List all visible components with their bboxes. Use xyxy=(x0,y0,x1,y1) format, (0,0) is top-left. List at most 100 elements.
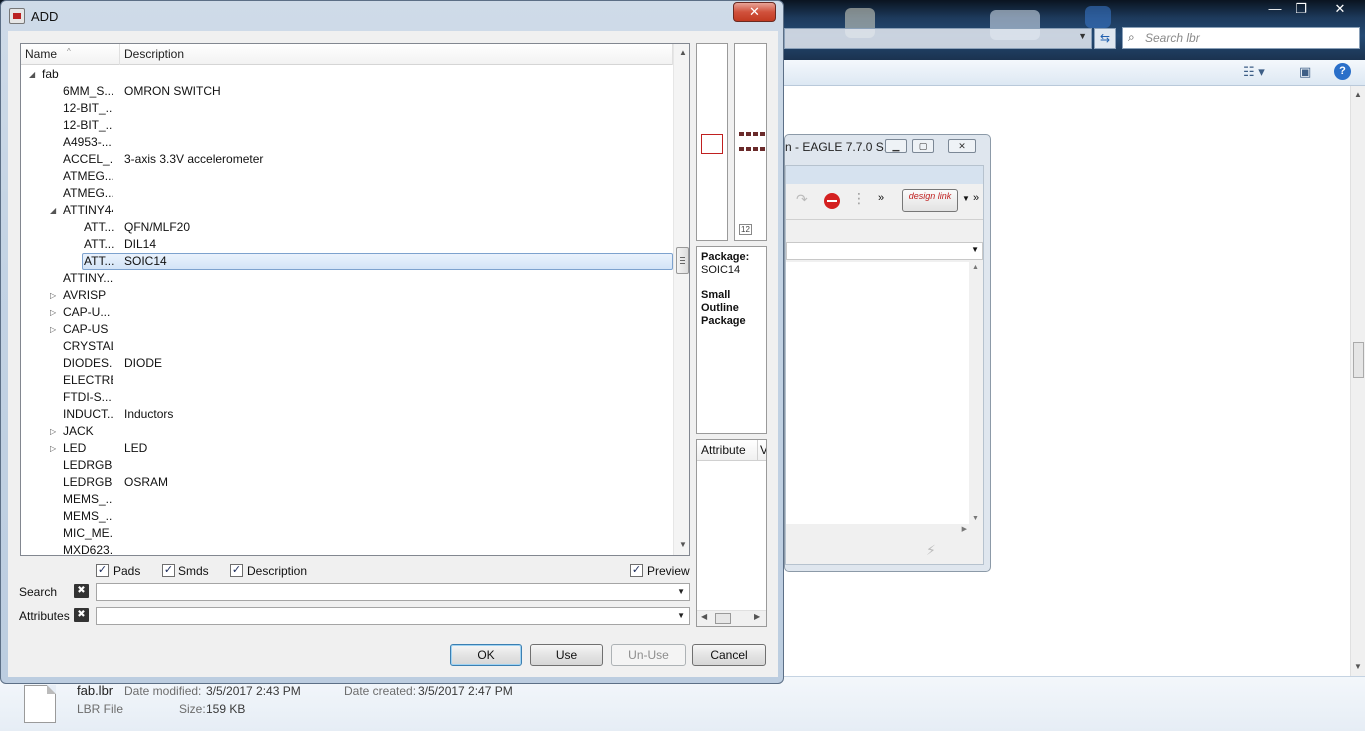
eagle-hscrollbar[interactable]: ▶ xyxy=(786,524,969,538)
overflow-icon[interactable]: » xyxy=(973,192,979,204)
detail-date-created-label: Date created: xyxy=(344,684,417,698)
redo-icon[interactable]: ↷ xyxy=(796,191,808,208)
tree-row[interactable]: LEDRGB... xyxy=(21,457,673,474)
attribute-hscrollbar[interactable]: ◀ ▶ xyxy=(697,610,766,626)
explorer-scrollbar[interactable]: ▲ ▼ xyxy=(1350,86,1365,676)
description-checkbox[interactable]: ✓ xyxy=(230,564,243,577)
dialog-close-button[interactable]: ✕ xyxy=(733,2,776,22)
refresh-button[interactable]: ⇆ xyxy=(1094,28,1116,49)
tree-row[interactable]: MEMS_... xyxy=(21,491,673,508)
tree-row[interactable]: ▷ CAP-U... xyxy=(21,304,673,321)
tree-scrollbar[interactable]: ▲ ▼ xyxy=(673,44,689,555)
library-tree[interactable]: Name ^ Description ◢ fab 6MM_S... OMRON SWI… xyxy=(20,43,690,556)
tree-row[interactable]: ▷ LED LED xyxy=(21,440,673,457)
tree-row[interactable]: ATT... SOIC14 xyxy=(21,253,673,270)
eagle-maximize-button[interactable]: ▢ xyxy=(912,139,934,153)
column-header-attribute[interactable]: Attribute xyxy=(697,440,758,461)
tree-row[interactable]: A4953-... xyxy=(21,134,673,151)
address-bar[interactable]: ▼ xyxy=(784,28,1092,49)
eagle-close-button[interactable]: ✕ xyxy=(948,139,976,153)
scroll-thumb[interactable] xyxy=(715,613,731,624)
scroll-up-icon[interactable]: ▲ xyxy=(1354,90,1362,99)
scroll-left-icon[interactable]: ◀ xyxy=(701,612,707,621)
unuse-button[interactable]: Un-Use xyxy=(611,644,686,666)
eagle-text-area[interactable] xyxy=(786,262,969,524)
tree-row[interactable]: CRYSTAL xyxy=(21,338,673,355)
more-icon[interactable]: ⋮ xyxy=(852,190,866,207)
tree-row[interactable]: ATTINY... xyxy=(21,270,673,287)
collapsed-icon[interactable]: ▷ xyxy=(50,440,56,457)
use-button[interactable]: Use xyxy=(530,644,603,666)
tree-row[interactable]: INDUCT... Inductors xyxy=(21,406,673,423)
view-options-icon[interactable]: ☷ ▾ xyxy=(1243,64,1265,80)
scroll-up-icon[interactable]: ▲ xyxy=(679,48,687,57)
column-header-description[interactable]: Description xyxy=(120,44,673,65)
chevron-down-icon[interactable]: ▼ xyxy=(677,611,685,620)
ok-button[interactable]: OK xyxy=(450,644,522,666)
pads-checkbox[interactable]: ✓ xyxy=(96,564,109,577)
tree-row[interactable]: ◢ fab xyxy=(21,66,673,83)
eagle-minimize-button[interactable]: ▁ xyxy=(885,139,907,153)
row-name: ATTINY44 xyxy=(63,203,113,217)
help-icon[interactable]: ? xyxy=(1334,63,1351,80)
collapsed-icon[interactable]: ▷ xyxy=(50,304,56,321)
attribute-list[interactable]: Attribute V ◀ ▶ xyxy=(696,439,767,627)
clear-search-button[interactable]: ✖ xyxy=(74,584,89,598)
overflow-icon[interactable]: » xyxy=(878,192,884,204)
scroll-right-icon[interactable]: ▶ xyxy=(754,612,760,621)
tree-row[interactable]: ATT... QFN/MLF20 xyxy=(21,219,673,236)
tree-row[interactable]: ATMEG... xyxy=(21,185,673,202)
expanded-icon[interactable]: ◢ xyxy=(29,66,35,83)
scroll-down-icon[interactable]: ▼ xyxy=(679,540,687,549)
tree-row[interactable]: FTDI-S... xyxy=(21,389,673,406)
chevron-down-icon[interactable]: ▼ xyxy=(962,194,970,203)
tree-row[interactable]: LEDRGB... OSRAM xyxy=(21,474,673,491)
tree-row[interactable]: ATMEG... xyxy=(21,168,673,185)
tree-row[interactable]: ◢ ATTINY44 xyxy=(21,202,673,219)
design-link-button[interactable]: design link xyxy=(902,189,958,212)
tree-row[interactable]: ▷ AVRISP xyxy=(21,287,673,304)
scroll-down-icon[interactable]: ▼ xyxy=(972,515,979,522)
tree-row[interactable]: MEMS_... xyxy=(21,508,673,525)
maximize-button[interactable]: ❐ xyxy=(1290,0,1312,20)
scroll-thumb[interactable] xyxy=(1353,342,1364,378)
smds-checkbox[interactable]: ✓ xyxy=(162,564,175,577)
cancel-button[interactable]: Cancel xyxy=(692,644,766,666)
tree-row[interactable]: 12-BIT_... xyxy=(21,100,673,117)
scroll-down-icon[interactable]: ▼ xyxy=(1354,662,1362,671)
column-header-name[interactable]: Name ^ xyxy=(21,44,120,65)
preview-pane-icon[interactable]: ▣ xyxy=(1299,64,1311,80)
close-window-button[interactable]: ✕ xyxy=(1318,0,1362,20)
collapsed-icon[interactable]: ▷ xyxy=(50,287,56,304)
tree-row[interactable]: ACCEL_... 3-axis 3.3V accelerometer xyxy=(21,151,673,168)
chevron-down-icon[interactable]: ▼ xyxy=(1078,31,1087,41)
clear-attributes-button[interactable]: ✖ xyxy=(74,608,89,622)
tree-row[interactable]: 6MM_S... OMRON SWITCH xyxy=(21,83,673,100)
tree-row[interactable]: ATT... DIL14 xyxy=(21,236,673,253)
scroll-right-icon[interactable]: ▶ xyxy=(962,525,967,533)
tree-row[interactable]: ELECTRET xyxy=(21,372,673,389)
lightning-icon[interactable]: ⚡ xyxy=(926,542,936,559)
preview-checkbox[interactable]: ✓ xyxy=(630,564,643,577)
tree-row[interactable]: 12-BIT_... xyxy=(21,117,673,134)
collapsed-icon[interactable]: ▷ xyxy=(50,423,56,440)
scroll-up-icon[interactable]: ▲ xyxy=(972,264,979,271)
column-header-value[interactable]: V xyxy=(758,440,766,461)
tree-row[interactable]: MIC_ME... xyxy=(21,525,673,542)
scroll-thumb[interactable] xyxy=(676,247,689,274)
tree-row[interactable]: MXD623... xyxy=(21,542,673,555)
tree-row[interactable]: DIODES... DIODE xyxy=(21,355,673,372)
eagle-scrollbar[interactable]: ▲ ▼ xyxy=(969,262,983,524)
chevron-down-icon[interactable]: ▼ xyxy=(971,245,979,254)
search-combo[interactable]: ▼ xyxy=(96,583,690,601)
chevron-down-icon[interactable]: ▼ xyxy=(677,587,685,596)
eagle-combo[interactable]: ▼ xyxy=(786,242,983,260)
attributes-combo[interactable]: ▼ xyxy=(96,607,690,625)
tree-row[interactable]: ▷ CAP-US xyxy=(21,321,673,338)
collapsed-icon[interactable]: ▷ xyxy=(50,321,56,338)
tree-row[interactable]: ▷ JACK xyxy=(21,423,673,440)
search-input[interactable]: ⌕ Search lbr xyxy=(1122,27,1360,49)
expanded-icon[interactable]: ◢ xyxy=(50,202,56,219)
minimize-button[interactable]: — xyxy=(1262,0,1288,20)
stop-icon[interactable] xyxy=(824,193,840,209)
